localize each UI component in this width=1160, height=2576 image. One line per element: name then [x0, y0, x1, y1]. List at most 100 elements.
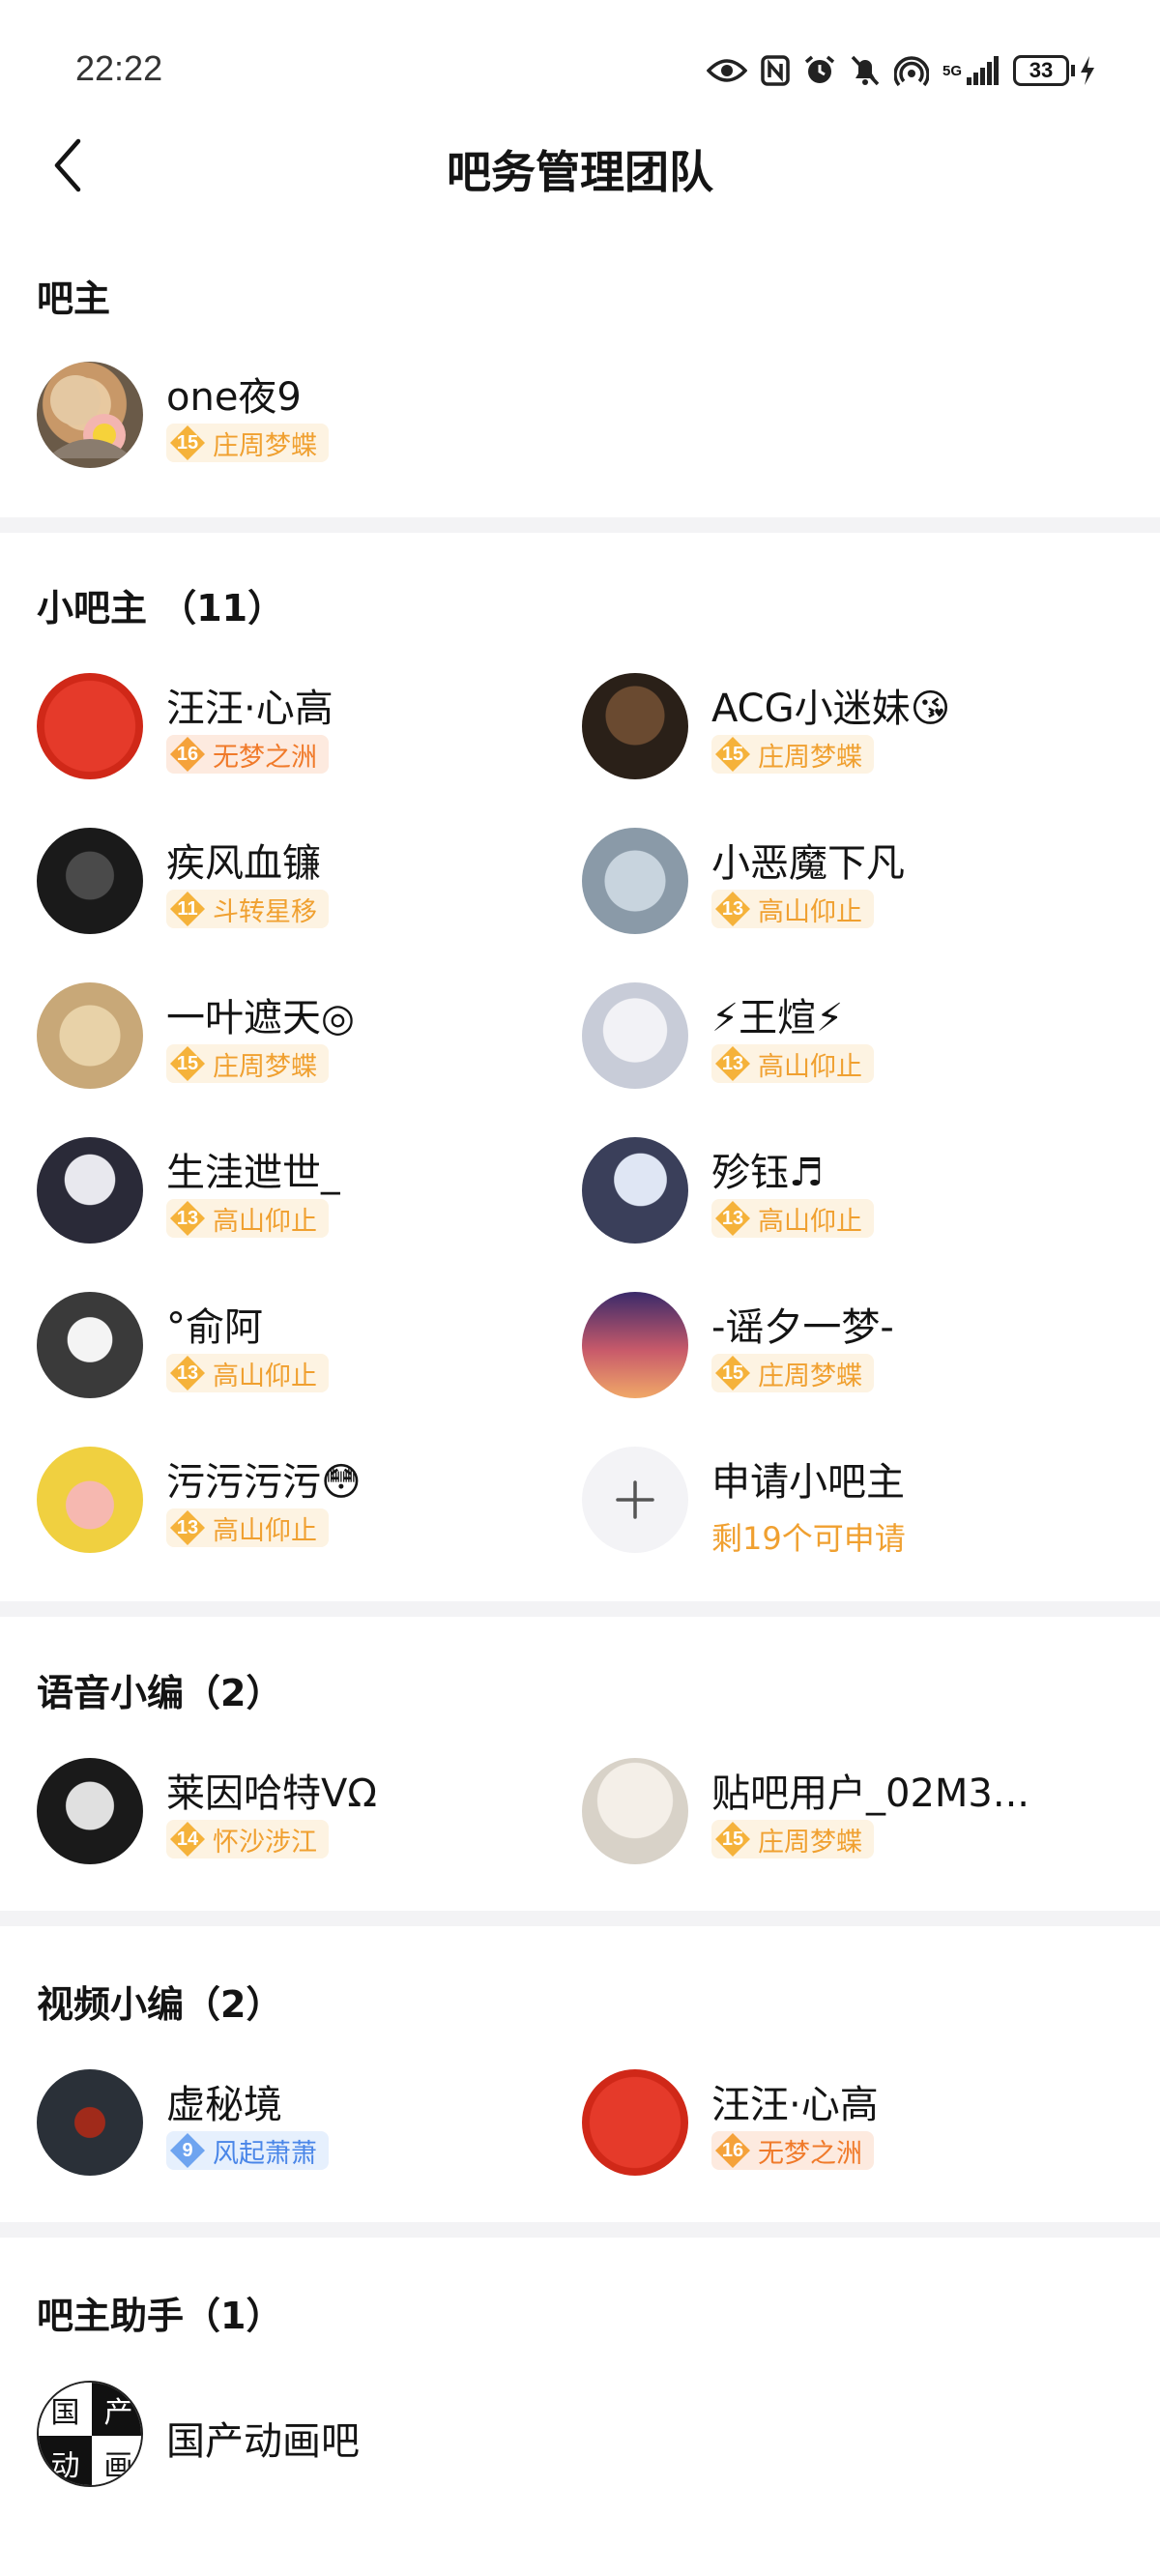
- level-badge: 15 庄周梦蝶: [166, 1044, 329, 1083]
- badge-title: 高山仰止: [213, 1515, 317, 1546]
- level-badge: 16 无梦之洲: [711, 2131, 874, 2170]
- level-number: 13: [176, 1207, 199, 1229]
- badge-title: 怀沙涉江: [213, 1827, 317, 1858]
- member-card[interactable]: 贴吧用户_02M3... 15 庄周梦蝶: [582, 1758, 1085, 1866]
- section-divider: [0, 1601, 1160, 1617]
- member-name: °俞阿: [166, 1305, 263, 1350]
- nfc-icon: [761, 51, 790, 90]
- avatar: [37, 1292, 143, 1398]
- member-card[interactable]: 一叶遮天◎ 15 庄周梦蝶: [37, 982, 539, 1091]
- apply-sub-owner-card[interactable]: 申请小吧主 剩19个可申请: [582, 1447, 1085, 1557]
- avatar: [37, 673, 143, 779]
- level-number: 16: [721, 2139, 744, 2161]
- member-name: 虚秘境: [166, 2083, 282, 2127]
- plus-icon: [616, 1480, 654, 1519]
- member-name: 莱因哈特VΩ: [166, 1771, 377, 1816]
- avatar: [582, 982, 688, 1089]
- avatar: [37, 1137, 143, 1244]
- section-title-sub-owners: 小吧主 （11）: [37, 587, 285, 629]
- avatar: [582, 2069, 688, 2176]
- badge-title: 庄周梦蝶: [213, 1051, 317, 1082]
- section-divider: [0, 2222, 1160, 2238]
- member-name: 疾风血镰: [166, 841, 321, 886]
- level-badge: 13 高山仰止: [711, 1199, 874, 1238]
- level-number: 13: [176, 1361, 199, 1384]
- level-badge: 13 高山仰止: [166, 1199, 329, 1238]
- member-card[interactable]: 疾风血镰 11 斗转星移: [37, 828, 539, 936]
- eye-icon: [707, 51, 747, 90]
- member-card[interactable]: 污污污污😳 13 高山仰止: [37, 1447, 539, 1555]
- avatar: [582, 1758, 688, 1864]
- charging-icon: [1081, 56, 1094, 85]
- badge-title: 高山仰止: [758, 896, 862, 927]
- level-diamond-icon: 13: [713, 1044, 752, 1083]
- member-card[interactable]: °俞阿 13 高山仰止: [37, 1292, 539, 1400]
- avatar: [37, 1758, 143, 1864]
- avatar: [37, 2069, 143, 2176]
- badge-title: 高山仰止: [213, 1361, 317, 1391]
- level-number: 14: [176, 1828, 199, 1850]
- level-badge: 13 高山仰止: [711, 890, 874, 928]
- member-card[interactable]: 莱因哈特VΩ 14 怀沙涉江: [37, 1758, 539, 1866]
- member-name: 汪汪·心高: [166, 687, 334, 731]
- member-name: 一叶遮天◎: [166, 996, 355, 1040]
- badge-title: 斗转星移: [213, 896, 317, 927]
- apply-label: 申请小吧主: [711, 1460, 905, 1505]
- badge-title: 高山仰止: [213, 1206, 317, 1237]
- level-diamond-icon: 13: [168, 1199, 207, 1238]
- level-number: 9: [182, 2139, 193, 2161]
- badge-title: 高山仰止: [758, 1206, 862, 1237]
- member-card[interactable]: 生洼迣世_ 13 高山仰止: [37, 1137, 539, 1245]
- level-diamond-icon: 15: [168, 1044, 207, 1083]
- level-number: 15: [176, 1052, 199, 1074]
- battery-icon: 33: [1013, 51, 1096, 90]
- member-card[interactable]: 国 产 动 画 国产动画吧: [37, 2381, 539, 2489]
- member-card[interactable]: 虚秘境 9 风起萧萧: [37, 2069, 539, 2178]
- avatar: [582, 828, 688, 934]
- level-badge: 15 庄周梦蝶: [711, 1820, 874, 1859]
- member-card[interactable]: 小恶魔下凡 13 高山仰止: [582, 828, 1085, 936]
- member-name: 汪汪·心高: [711, 2083, 879, 2127]
- level-number: 15: [721, 1361, 744, 1384]
- level-diamond-icon: 11: [168, 890, 207, 928]
- member-card[interactable]: 汪汪·心高 16 无梦之洲: [582, 2069, 1085, 2178]
- member-card[interactable]: 殄钰♬ 13 高山仰止: [582, 1137, 1085, 1245]
- member-card[interactable]: one夜9 15 庄周梦蝶: [37, 362, 539, 470]
- level-diamond-icon: 13: [168, 1354, 207, 1392]
- section-divider: [0, 1911, 1160, 1926]
- level-number: 16: [176, 743, 199, 765]
- member-name: ACG小迷妹😘: [711, 687, 951, 731]
- level-number: 13: [721, 1207, 744, 1229]
- hotspot-icon: [894, 51, 929, 90]
- avatar-char: 画: [92, 2436, 141, 2485]
- avatar-char: 国: [39, 2383, 92, 2436]
- level-badge: 9 风起萧萧: [166, 2131, 329, 2170]
- member-card[interactable]: ACG小迷妹😘 15 庄周梦蝶: [582, 673, 1085, 781]
- level-diamond-icon: 14: [168, 1820, 207, 1859]
- level-badge: 14 怀沙涉江: [166, 1820, 329, 1859]
- member-card[interactable]: 汪汪·心高 16 无梦之洲: [37, 673, 539, 781]
- apply-remaining: 剩19个可申请: [711, 1520, 906, 1557]
- status-time: 22:22: [75, 48, 163, 88]
- level-diamond-icon: 16: [713, 2131, 752, 2170]
- battery-level: 33: [1013, 55, 1069, 86]
- avatar: [582, 1137, 688, 1244]
- section-divider: [0, 517, 1160, 533]
- header: 吧务管理团队: [0, 116, 1160, 213]
- badge-title: 庄周梦蝶: [758, 1827, 862, 1858]
- member-card[interactable]: ⚡王煊⚡ 13 高山仰止: [582, 982, 1085, 1091]
- member-name: 小恶魔下凡: [711, 841, 905, 886]
- badge-title: 庄周梦蝶: [213, 430, 317, 461]
- section-title-voice-editors: 语音小编（2）: [37, 1672, 283, 1714]
- badge-title: 庄周梦蝶: [758, 742, 862, 773]
- member-name: ⚡王煊⚡: [711, 996, 844, 1040]
- network-label: 5G: [942, 62, 963, 79]
- level-number: 11: [177, 897, 198, 920]
- level-number: 13: [176, 1516, 199, 1538]
- member-name: -谣夕一梦-: [711, 1305, 894, 1350]
- badge-title: 庄周梦蝶: [758, 1361, 862, 1391]
- level-badge: 15 庄周梦蝶: [711, 1354, 874, 1392]
- member-card[interactable]: -谣夕一梦- 15 庄周梦蝶: [582, 1292, 1085, 1400]
- member-name: 贴吧用户_02M3...: [711, 1771, 1030, 1816]
- section-title-owner: 吧主: [37, 278, 111, 320]
